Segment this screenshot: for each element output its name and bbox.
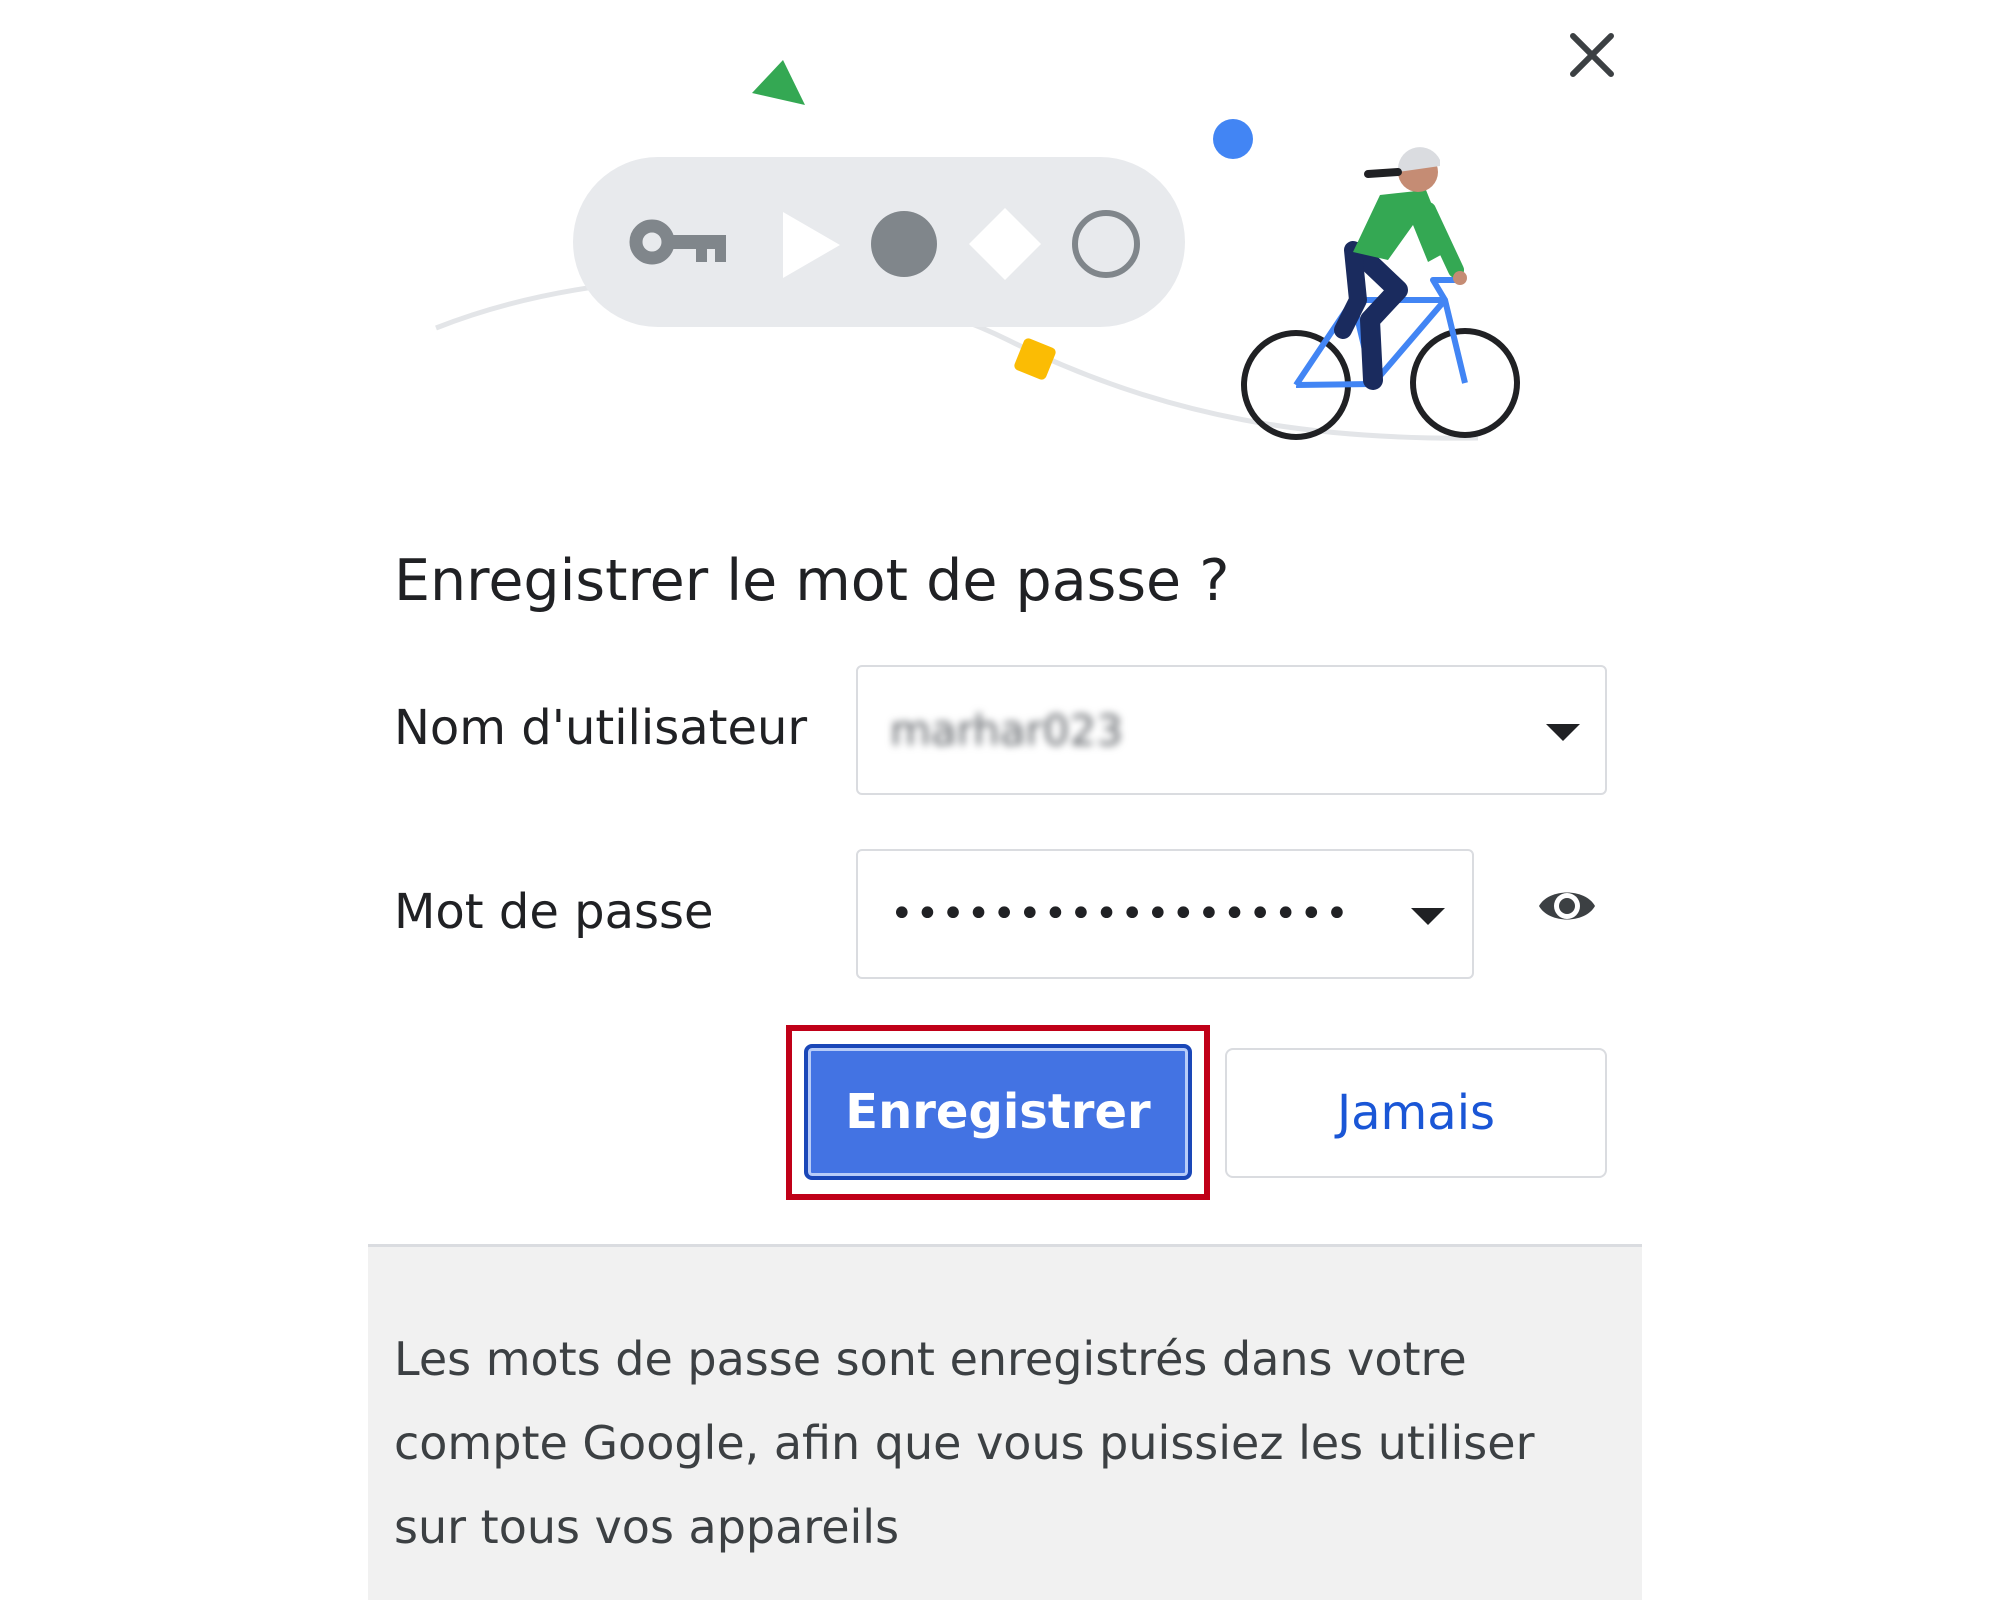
green-triangle-shape xyxy=(752,60,805,105)
password-value: •••••••••••••••••• xyxy=(890,891,1351,937)
username-label: Nom d'utilisateur xyxy=(394,700,808,756)
save-button[interactable]: Enregistrer xyxy=(804,1044,1192,1180)
username-value: marhar023 xyxy=(890,705,1123,755)
password-select[interactable]: •••••••••••••••••• xyxy=(856,849,1474,979)
footer-text: Les mots de passe sont enregistrés dans … xyxy=(394,1332,1535,1554)
password-label: Mot de passe xyxy=(394,884,714,940)
never-button[interactable]: Jamais xyxy=(1225,1048,1607,1178)
chevron-down-icon xyxy=(1411,908,1445,925)
close-icon xyxy=(1570,33,1614,77)
blue-dot-shape xyxy=(1213,119,1253,159)
header-illustration xyxy=(435,60,1520,441)
save-password-dialog: Enregistrer le mot de passe ? Nom d'util… xyxy=(368,0,1642,1600)
dialog-title: Enregistrer le mot de passe ? xyxy=(394,548,1230,614)
show-password-button[interactable] xyxy=(1535,882,1599,930)
cyclist-illustration xyxy=(1241,147,1520,440)
circle-icon xyxy=(871,211,937,277)
close-button[interactable] xyxy=(1565,28,1619,82)
dialog-footer: Les mots de passe sont enregistrés dans … xyxy=(368,1244,1642,1600)
username-select[interactable]: marhar023 xyxy=(856,665,1607,795)
eye-icon xyxy=(1539,892,1595,920)
chevron-down-icon xyxy=(1546,724,1580,741)
